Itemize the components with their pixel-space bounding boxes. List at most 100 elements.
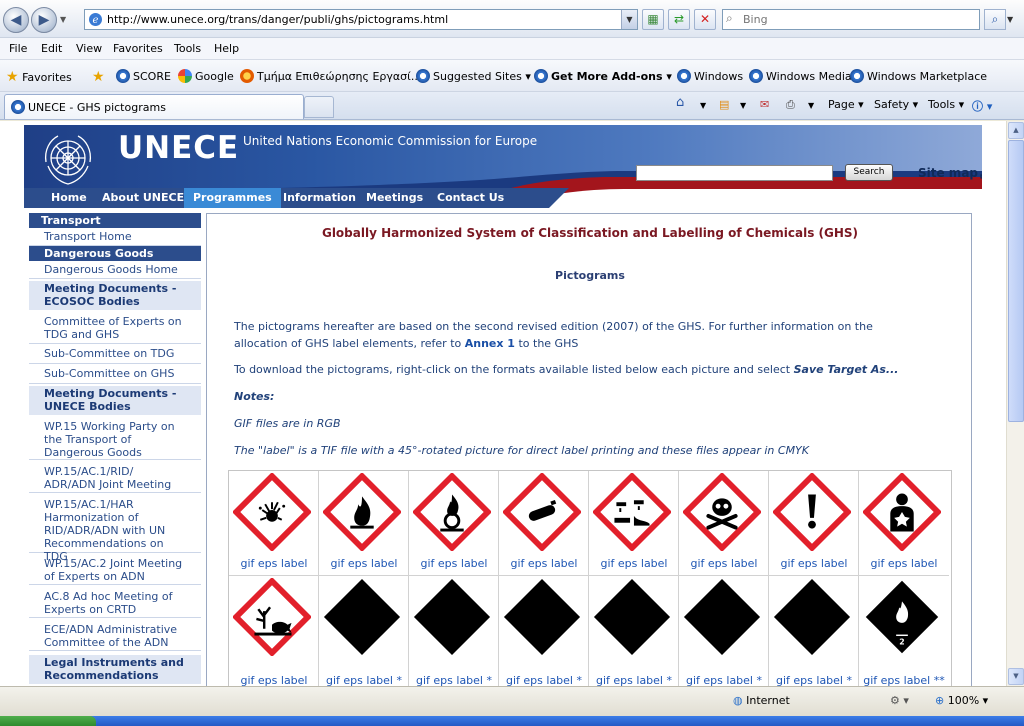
address-text[interactable]: http://www.unece.org/trans/danger/publi/… — [107, 13, 448, 26]
nav-meetings[interactable]: Meetings — [357, 188, 432, 208]
sidebar-item-committee-experts[interactable]: Committee of Experts on TDG and GHS — [29, 314, 201, 344]
fav-windows[interactable]: Windows — [677, 69, 743, 83]
sidebar-item-wp15-ac2[interactable]: WP.15/AC.2 Joint Meeting of Experts on A… — [29, 556, 201, 585]
compatibility-view-icon[interactable]: ▦ — [642, 9, 664, 30]
home-dropdown-icon[interactable]: ▼ — [700, 101, 706, 110]
explosive-1-1-icon: *1 — [323, 578, 401, 656]
download-links[interactable]: gif eps label — [229, 674, 319, 686]
download-links[interactable]: gif eps label — [589, 557, 679, 570]
sidebar-section-unece[interactable]: Meeting Documents - UNECE Bodies — [29, 386, 201, 415]
menu-file[interactable]: File — [9, 42, 27, 55]
browser-search-box[interactable]: ⌕ — [722, 9, 980, 30]
download-links[interactable]: gif eps label — [769, 557, 859, 570]
browser-search-input[interactable] — [743, 12, 973, 27]
download-links[interactable]: gif eps label — [679, 557, 769, 570]
sidebar-item-transport-home[interactable]: Transport Home — [29, 229, 201, 246]
download-links[interactable]: gif eps label * — [679, 674, 769, 686]
feeds-icon[interactable]: ▤ — [719, 98, 729, 111]
site-search-button[interactable]: Search — [845, 164, 893, 181]
sidebar-item-dangerous-goods-home[interactable]: Dangerous Goods Home — [29, 262, 201, 279]
feeds-dropdown-icon[interactable]: ▼ — [740, 101, 746, 110]
sidebar-item-ac8[interactable]: AC.8 Ad hoc Meeting of Experts on CRTD — [29, 589, 201, 618]
sidebar-item-subcommittee-tdg[interactable]: Sub-Committee on TDG — [29, 346, 201, 364]
health-hazard-icon — [863, 473, 941, 551]
add-favorites-icon[interactable]: ★ — [92, 69, 105, 85]
site-map-link[interactable]: Site map — [918, 166, 978, 180]
safety-menu[interactable]: Safety ▾ — [874, 98, 918, 111]
help-icon[interactable]: ⓘ ▾ — [972, 98, 992, 114]
download-links[interactable]: gif eps label — [319, 557, 409, 570]
security-zone[interactable]: ◍ Internet — [733, 694, 790, 707]
favorites-button[interactable]: ★ Favorites — [6, 69, 72, 85]
nav-contact-us[interactable]: Contact Us — [428, 188, 513, 208]
stop-icon[interactable]: ✕ — [694, 9, 716, 30]
download-links[interactable]: gif eps label * — [769, 674, 859, 686]
download-links[interactable]: gif eps label ** — [859, 674, 949, 686]
forward-button[interactable]: ▶ — [31, 7, 57, 33]
scroll-down-icon[interactable]: ▼ — [1008, 668, 1024, 685]
fav-windows-media[interactable]: Windows Media — [749, 69, 852, 83]
nav-home[interactable]: Home — [42, 188, 96, 208]
download-links[interactable]: gif eps label — [499, 557, 589, 570]
download-links[interactable]: gif eps label — [229, 557, 319, 570]
home-icon[interactable]: ⌂ — [676, 95, 684, 110]
download-links[interactable]: gif eps label * — [409, 674, 499, 686]
read-mail-icon[interactable]: ✉ — [760, 98, 769, 111]
download-links[interactable]: gif eps label * — [499, 674, 589, 686]
unece-logo-text[interactable]: UNECE — [118, 130, 239, 166]
corrosion-icon — [593, 473, 671, 551]
print-icon[interactable]: ⎙ — [786, 98, 795, 112]
sidebar-item-wp15-ac1-rid[interactable]: WP.15/AC.1/RID/ ADR/ADN Joint Meeting — [29, 464, 201, 493]
sidebar-heading-dangerous-goods[interactable]: Dangerous Goods — [29, 246, 201, 261]
fav-windows-marketplace[interactable]: Windows Marketplace — [850, 69, 987, 83]
fav-get-addons[interactable]: Get More Add-ons ▾ — [534, 69, 672, 83]
address-dropdown-icon[interactable]: ▼ — [621, 10, 637, 29]
page-menu[interactable]: Page ▾ — [828, 98, 864, 111]
menu-favorites[interactable]: Favorites — [113, 42, 163, 55]
download-links[interactable]: gif eps label — [859, 557, 949, 570]
print-dropdown-icon[interactable]: ▼ — [808, 101, 814, 110]
nav-information[interactable]: Information — [274, 188, 365, 208]
scroll-thumb[interactable] — [1008, 140, 1024, 422]
nav-about-unece[interactable]: About UNECE — [93, 188, 193, 208]
search-options-icon[interactable]: ▼ — [1007, 15, 1013, 24]
division-number: 1.5 — [707, 606, 736, 625]
address-bar[interactable]: e http://www.unece.org/trans/danger/publ… — [84, 9, 638, 30]
menu-view[interactable]: View — [76, 42, 102, 55]
sidebar-section-ecosoc[interactable]: Meeting Documents - ECOSOC Bodies — [29, 281, 201, 310]
protected-mode-icon[interactable]: ⚙ ▾ — [890, 694, 909, 707]
zoom-level[interactable]: ⊕ 100% ▾ — [935, 694, 988, 707]
annex-1-link[interactable]: Annex 1 — [465, 337, 515, 350]
back-button[interactable]: ◀ — [3, 7, 29, 33]
sidebar-item-ece-adn[interactable]: ECE/ADN Administrative Committee of the … — [29, 622, 201, 651]
sidebar-item-subcommittee-ghs[interactable]: Sub-Committee on GHS — [29, 366, 201, 384]
svg-text:*: * — [631, 625, 634, 631]
site-map-icon[interactable] — [980, 165, 982, 179]
scroll-up-icon[interactable]: ▲ — [1008, 122, 1024, 139]
tools-menu[interactable]: Tools ▾ — [928, 98, 964, 111]
fav-greek-site[interactable]: Τμήμα Επιθεώρησης Εργασί... — [240, 69, 421, 83]
download-links[interactable]: gif eps label — [409, 557, 499, 570]
tab-unece-ghs[interactable]: UNECE - GHS pictograms — [4, 94, 304, 119]
refresh-icon[interactable]: ⇄ — [668, 9, 690, 30]
sidebar-heading-transport[interactable]: Transport — [29, 213, 201, 228]
fav-suggested-sites[interactable]: Suggested Sites ▾ — [416, 69, 531, 83]
nav-programmes[interactable]: Programmes — [184, 188, 281, 208]
menu-edit[interactable]: Edit — [41, 42, 62, 55]
start-button[interactable] — [0, 716, 96, 726]
fav-score[interactable]: SCORE — [116, 69, 171, 83]
menu-help[interactable]: Help — [214, 42, 239, 55]
download-links[interactable]: gif eps label * — [319, 674, 409, 686]
note-label: The "label" is a TIF file with a 45°-rot… — [234, 444, 809, 457]
fav-google[interactable]: Google — [178, 69, 234, 83]
sidebar-item-wp15-ac1-har[interactable]: WP.15/AC.1/HAR Harmonization of RID/ADR/… — [29, 497, 201, 563]
site-search-input[interactable] — [636, 165, 833, 181]
download-links[interactable]: gif eps label * — [589, 674, 679, 686]
sidebar-section-legal[interactable]: Legal Instruments and Recommendations — [29, 655, 201, 684]
new-tab-button[interactable] — [304, 96, 334, 118]
sidebar-item-wp15[interactable]: WP.15 Working Party on the Transport of … — [29, 419, 201, 460]
history-dropdown-icon[interactable]: ▼ — [60, 15, 66, 24]
search-go-icon[interactable]: ⌕ — [984, 9, 1006, 30]
vertical-scrollbar[interactable]: ▲ ▼ — [1006, 121, 1024, 686]
menu-tools[interactable]: Tools — [174, 42, 201, 55]
